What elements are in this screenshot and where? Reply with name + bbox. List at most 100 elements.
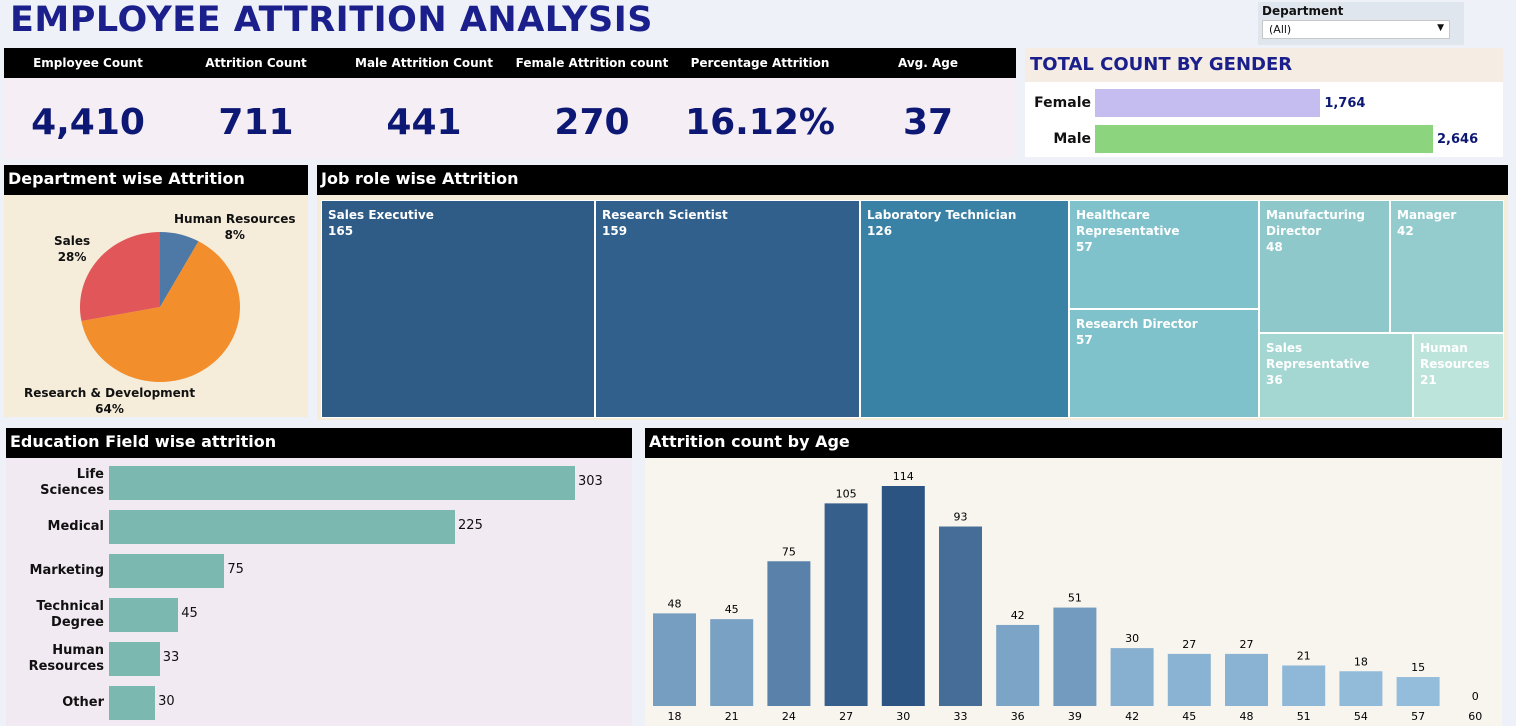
education-bar[interactable] bbox=[109, 466, 575, 500]
age-bar[interactable] bbox=[710, 619, 754, 706]
treemap-value: 126 bbox=[867, 224, 893, 238]
age-bar[interactable] bbox=[939, 526, 982, 706]
education-bar[interactable] bbox=[109, 510, 456, 544]
treemap-value: 42 bbox=[1397, 224, 1414, 238]
job-role-treemap: Sales Executive 165 Research Scientist 1… bbox=[321, 200, 1504, 418]
age-tick-label: 30 bbox=[896, 710, 910, 723]
treemap-label: Laboratory Technician bbox=[867, 208, 1017, 222]
age-bar[interactable] bbox=[1110, 648, 1154, 706]
age-value-label: 75 bbox=[782, 545, 796, 558]
education-label: Medical bbox=[47, 519, 104, 534]
age-bar-chart: 48 18 45 21 75 24 105 27 114 30 93 33 42 36 51 39 30 42 27… bbox=[653, 470, 1482, 723]
kpi-label-employee-count: Employee Count bbox=[33, 56, 143, 70]
age-bar[interactable] bbox=[1167, 653, 1211, 706]
education-bar[interactable] bbox=[109, 598, 179, 632]
treemap-label: Sales Executive bbox=[328, 208, 434, 222]
gender-bar-female[interactable] bbox=[1095, 89, 1321, 117]
age-tick-label: 57 bbox=[1411, 710, 1425, 723]
age-tick-label: 39 bbox=[1068, 710, 1082, 723]
job-role-attrition-panel: Job role wise Attrition Sales Executive … bbox=[317, 165, 1508, 420]
education-value-label: 45 bbox=[181, 606, 198, 621]
education-bar[interactable] bbox=[109, 554, 225, 588]
pie-label-sales: Sales 28% bbox=[54, 233, 90, 265]
kpi-panel: Employee Count Attrition Count Male Attr… bbox=[4, 48, 1016, 159]
age-value-label: 21 bbox=[1297, 649, 1311, 662]
treemap-label: Sales Representative bbox=[1266, 341, 1370, 371]
age-bar[interactable] bbox=[1396, 677, 1440, 706]
treemap-cell-manager[interactable]: Manager 42 bbox=[1390, 200, 1504, 333]
treemap-label: Manager bbox=[1397, 208, 1457, 222]
age-value-label: 0 bbox=[1472, 690, 1479, 703]
age-value-label: 18 bbox=[1354, 655, 1368, 668]
kpi-label-percentage-attrition: Percentage Attrition bbox=[690, 56, 830, 70]
education-label: Marketing bbox=[29, 563, 104, 578]
kpi-value-percentage-attrition: 16.12% bbox=[685, 102, 835, 143]
filter-label: Department bbox=[1262, 4, 1344, 18]
treemap-cell-sales-representative[interactable]: Sales Representative 36 bbox=[1259, 333, 1413, 418]
pie-label-rnd: Research & Development 64% bbox=[24, 385, 195, 417]
treemap-value: 165 bbox=[328, 224, 354, 238]
education-bar[interactable] bbox=[109, 686, 156, 720]
education-value-label: 225 bbox=[458, 518, 483, 533]
education-label: Technical Degree bbox=[36, 599, 104, 630]
age-bar[interactable] bbox=[996, 624, 1040, 706]
department-filter: Department (All) ▼ bbox=[1258, 2, 1464, 45]
age-value-label: 27 bbox=[1240, 638, 1254, 651]
age-bar[interactable] bbox=[1339, 671, 1383, 706]
age-tick-label: 48 bbox=[1240, 710, 1254, 723]
gender-label-male: Male bbox=[1053, 131, 1091, 147]
treemap-label: Human Resources bbox=[1420, 341, 1490, 371]
treemap-value: 57 bbox=[1076, 240, 1093, 254]
age-value-label: 30 bbox=[1125, 632, 1139, 645]
page-title: EMPLOYEE ATTRITION ANALYSIS bbox=[10, 0, 653, 40]
treemap-value: 36 bbox=[1266, 373, 1283, 387]
department-select[interactable]: (All) ▼ bbox=[1262, 20, 1450, 39]
kpi-label-male-attrition: Male Attrition Count bbox=[355, 56, 493, 70]
education-label: Human Resources bbox=[28, 643, 104, 674]
treemap-cell-healthcare-representative[interactable]: Healthcare Representative 57 bbox=[1069, 200, 1259, 309]
kpi-value-male-attrition: 441 bbox=[386, 102, 462, 143]
kpi-value-employee-count: 4,410 bbox=[31, 102, 145, 143]
age-bar[interactable] bbox=[767, 561, 811, 706]
treemap-cell-sales-executive[interactable]: Sales Executive 165 bbox=[321, 200, 595, 418]
age-bar[interactable] bbox=[1053, 607, 1097, 706]
gender-label-female: Female bbox=[1034, 95, 1091, 111]
pie-label-rnd-name: Research & Development bbox=[24, 386, 196, 400]
pie-label-sales-pct: 28% bbox=[57, 250, 87, 264]
age-tick-label: 21 bbox=[725, 710, 739, 723]
pie-slice-sales[interactable] bbox=[80, 232, 160, 322]
kpi-value-avg-age: 37 bbox=[902, 102, 954, 143]
kpi-label-female-attrition: Female Attrition count bbox=[515, 56, 669, 70]
education-field-panel: Education Field wise attrition Life Scien… bbox=[6, 428, 632, 726]
age-value-label: 48 bbox=[668, 597, 682, 610]
education-value-label: 75 bbox=[227, 562, 244, 577]
education-bar[interactable] bbox=[109, 642, 160, 676]
treemap-value: 159 bbox=[602, 224, 628, 238]
treemap-label: Research Director bbox=[1076, 317, 1198, 331]
treemap-cell-research-scientist[interactable]: Research Scientist 159 bbox=[595, 200, 860, 418]
age-tick-label: 18 bbox=[668, 710, 682, 723]
age-bar[interactable] bbox=[1225, 653, 1268, 706]
gender-bar-male[interactable] bbox=[1095, 125, 1433, 153]
kpi-label-attrition-count: Attrition Count bbox=[205, 56, 307, 70]
age-value-label: 105 bbox=[836, 487, 857, 500]
age-value-label: 42 bbox=[1011, 609, 1025, 622]
gender-value-female: 1,764 bbox=[1324, 95, 1366, 111]
treemap-cell-laboratory-technician[interactable]: Laboratory Technician 126 bbox=[860, 200, 1069, 418]
treemap-cell-research-director[interactable]: Research Director 57 bbox=[1069, 309, 1259, 418]
age-bar[interactable] bbox=[653, 613, 696, 706]
age-tick-label: 36 bbox=[1011, 710, 1025, 723]
age-value-label: 27 bbox=[1182, 638, 1196, 651]
job-role-attrition-title: Job role wise Attrition bbox=[317, 165, 1508, 195]
gender-chart-title: TOTAL COUNT BY GENDER bbox=[1025, 48, 1503, 82]
department-select-value: (All) bbox=[1269, 23, 1292, 36]
treemap-cell-human-resources[interactable]: Human Resources 21 bbox=[1413, 333, 1504, 418]
treemap-cell-manufacturing-director[interactable]: Manufacturing Director 48 bbox=[1259, 200, 1390, 333]
gender-row-female: Female 1,764 bbox=[1025, 89, 1365, 117]
pie-label-sales-name: Sales bbox=[54, 234, 91, 248]
age-bar[interactable] bbox=[881, 486, 925, 706]
age-bar[interactable] bbox=[1282, 665, 1326, 706]
kpi-label-avg-age: Avg. Age bbox=[897, 56, 959, 70]
education-label: Other bbox=[62, 695, 104, 710]
age-bar[interactable] bbox=[824, 503, 868, 706]
